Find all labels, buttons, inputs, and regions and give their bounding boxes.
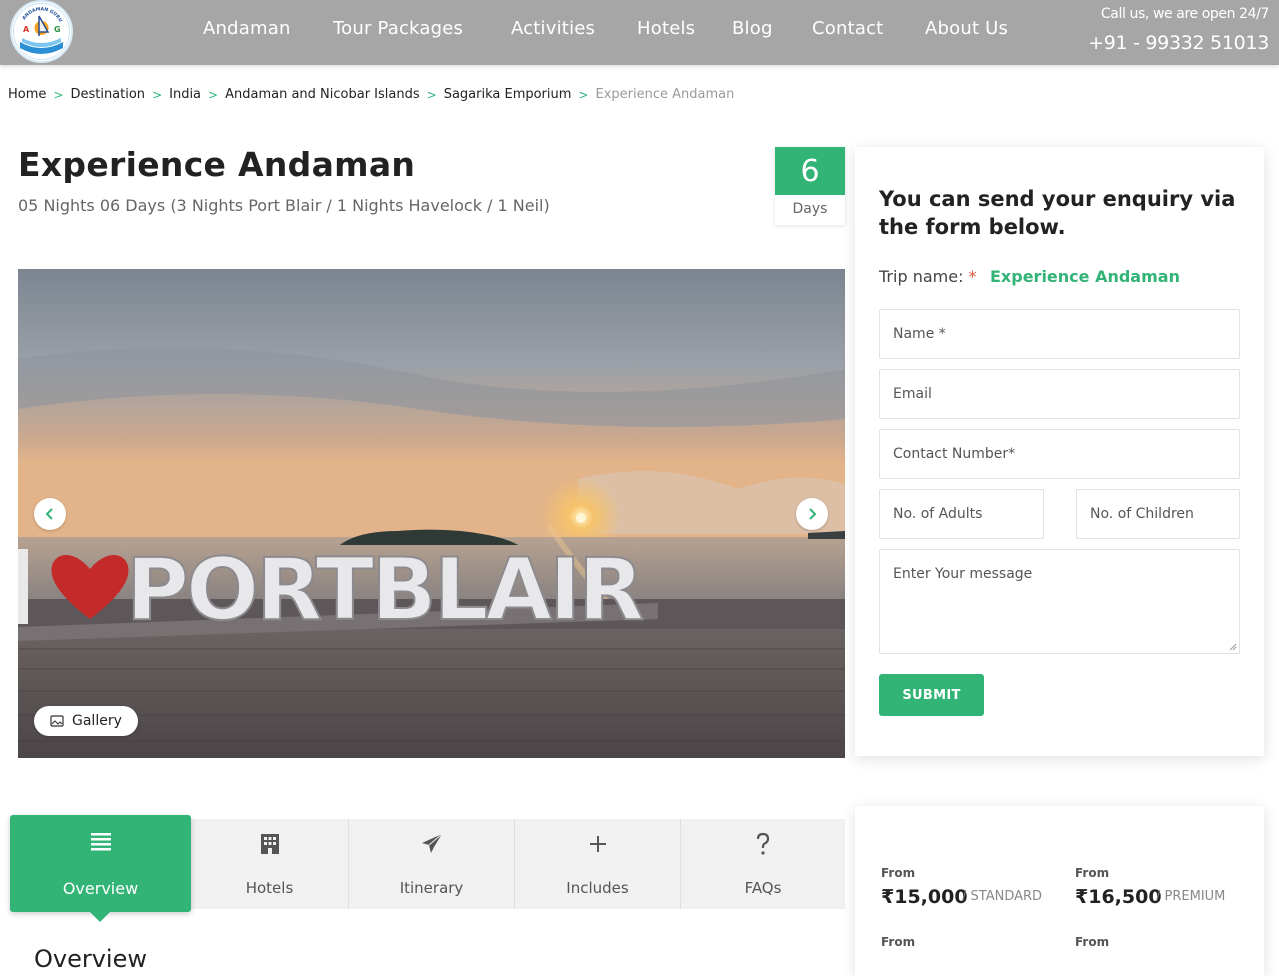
page-title: Experience Andaman xyxy=(18,145,416,184)
svg-text:G: G xyxy=(54,25,61,34)
nav-blog[interactable]: Blog xyxy=(732,18,773,39)
gallery-label: Gallery xyxy=(72,713,122,729)
message-placeholder: Enter Your message xyxy=(893,566,1033,582)
days-number: 6 xyxy=(775,147,845,195)
children-field[interactable]: No. of Children xyxy=(1076,489,1240,539)
price-premium-type: / PREMIUM xyxy=(1156,889,1226,904)
resize-handle-icon[interactable] xyxy=(1229,643,1237,651)
price-standard: ₹15,000 xyxy=(881,886,968,908)
list-icon xyxy=(90,833,111,855)
trip-name-value: Experience Andaman xyxy=(990,267,1180,286)
svg-text:A: A xyxy=(23,25,30,34)
nav-about-us[interactable]: About Us xyxy=(925,18,1008,39)
overview-heading: Overview xyxy=(34,945,147,973)
paper-plane-icon xyxy=(421,831,443,857)
site-header: A G ANDAMAN GURU Andaman Tour Packages A… xyxy=(0,0,1279,65)
price-from-label: From xyxy=(1075,866,1110,880)
price-premium: ₹16,500 xyxy=(1075,886,1162,908)
chevron-right-icon: > xyxy=(53,87,64,102)
tab-itinerary-label: Itinerary xyxy=(399,879,464,897)
nav-tour-packages[interactable]: Tour Packages xyxy=(333,18,463,39)
chevron-right-icon: > xyxy=(208,87,219,102)
prev-slide-button[interactable] xyxy=(34,498,66,530)
breadcrumb-destination[interactable]: Destination xyxy=(70,87,145,102)
image-icon xyxy=(50,715,64,727)
price-from-label: From xyxy=(1075,935,1110,949)
price-from-label: From xyxy=(881,866,916,880)
adults-field[interactable]: No. of Adults xyxy=(879,489,1044,539)
hero-image: PORTBLAIR Gallery xyxy=(18,269,845,758)
message-field[interactable]: Enter Your message xyxy=(879,549,1240,654)
breadcrumb-andaman-nicobar[interactable]: Andaman and Nicobar Islands xyxy=(225,87,420,102)
enquiry-form: You can send your enquiry via the form b… xyxy=(855,147,1264,756)
tab-hotels[interactable]: Hotels xyxy=(191,819,348,909)
tab-overview[interactable]: Overview xyxy=(10,815,191,912)
port-blair-sunset-photo: PORTBLAIR xyxy=(18,269,845,758)
phone-number-link[interactable]: +91 - 99332 51013 xyxy=(1088,32,1269,54)
chevron-right-icon: > xyxy=(578,87,589,102)
plus-icon xyxy=(588,831,608,857)
breadcrumb-current: Experience Andaman xyxy=(595,87,735,102)
pricing-card: From ₹15,000 / STANDARD From ₹16,500 / P… xyxy=(855,806,1264,976)
nav-activities[interactable]: Activities xyxy=(511,18,595,39)
logo-emblem-icon: A G ANDAMAN GURU xyxy=(13,3,70,60)
chevron-right-icon xyxy=(809,508,817,520)
submit-button[interactable]: SUBMIT xyxy=(879,674,984,716)
breadcrumb-india[interactable]: India xyxy=(169,87,201,102)
tab-itinerary[interactable]: Itinerary xyxy=(349,819,514,909)
name-field[interactable]: Name * xyxy=(879,309,1240,359)
next-slide-button[interactable] xyxy=(796,498,828,530)
tab-hotels-label: Hotels xyxy=(245,879,294,897)
question-icon xyxy=(755,831,771,857)
nav-andaman[interactable]: Andaman xyxy=(203,18,291,39)
tab-includes[interactable]: Includes xyxy=(515,819,680,909)
trip-duration: 05 Nights 06 Days (3 Nights Port Blair /… xyxy=(18,196,550,215)
days-badge: 6 Days xyxy=(775,147,845,225)
days-label: Days xyxy=(792,201,828,217)
price-standard-type: / STANDARD xyxy=(962,889,1043,904)
price-from-label: From xyxy=(881,935,916,949)
tab-includes-label: Includes xyxy=(566,879,629,897)
chevron-right-icon: > xyxy=(152,87,163,102)
tab-faqs-label: FAQs xyxy=(744,879,782,897)
required-marker: * xyxy=(968,267,977,286)
breadcrumb-home[interactable]: Home xyxy=(8,87,46,102)
nav-contact[interactable]: Contact xyxy=(812,18,883,39)
tab-overview-label: Overview xyxy=(62,879,139,898)
trip-name-label: Trip name: * xyxy=(879,267,977,286)
site-logo[interactable]: A G ANDAMAN GURU xyxy=(10,0,73,63)
call-us-text: Call us, we are open 24/7 xyxy=(1100,6,1269,22)
chevron-right-icon: > xyxy=(426,87,437,102)
tab-faqs[interactable]: FAQs xyxy=(681,819,845,909)
enquiry-heading: You can send your enquiry via the form b… xyxy=(879,187,1236,239)
email-field[interactable]: Email xyxy=(879,369,1240,419)
nav-hotels[interactable]: Hotels xyxy=(637,18,695,39)
breadcrumb: Home > Destination > India > Andaman and… xyxy=(8,87,734,102)
svg-text:PORTBLAIR: PORTBLAIR xyxy=(126,540,643,640)
chevron-left-icon xyxy=(45,508,53,520)
trip-name-label-text: Trip name: xyxy=(879,267,964,286)
breadcrumb-sagarika[interactable]: Sagarika Emporium xyxy=(444,87,572,102)
building-icon xyxy=(260,831,280,857)
active-tab-pointer xyxy=(90,912,110,922)
gallery-button[interactable]: Gallery xyxy=(34,706,138,736)
contact-number-field[interactable]: Contact Number* xyxy=(879,429,1240,479)
